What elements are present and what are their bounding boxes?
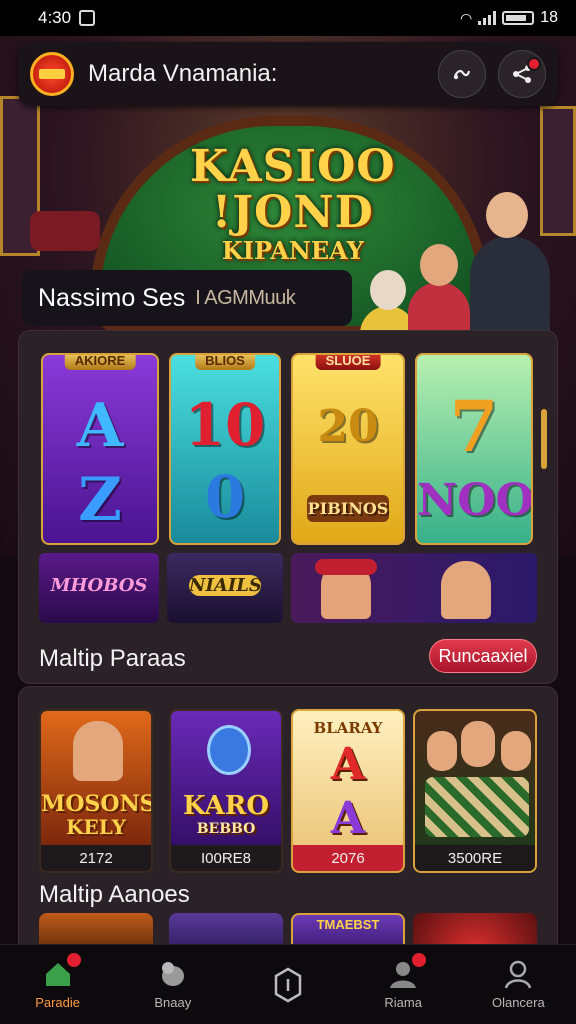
game-card-name-line2: KELY	[66, 815, 126, 839]
nav-item-riama[interactable]: Riama	[353, 953, 453, 1010]
games-panel: MOSONS KELY 2172 KARO BEBBO I00RE8 BLARA…	[18, 686, 558, 955]
section-subtitle: I AGMMuuk	[195, 286, 296, 309]
game-tile-bottom: Z	[78, 465, 122, 535]
link-icon	[453, 69, 471, 80]
game-tile-tag: SLUOE	[315, 355, 381, 370]
signal-icon	[478, 11, 497, 25]
promo-banner[interactable]: MHOBOS	[39, 553, 159, 623]
game-tile-bottom: PIBINOS	[307, 495, 389, 522]
game-card-caption: I00RE8	[171, 845, 281, 871]
game-card[interactable]: 3500RE	[413, 709, 537, 873]
game-tile[interactable]: BLIOS 10 0	[169, 353, 281, 545]
game-tile-top: 10	[184, 391, 266, 459]
user-icon	[388, 953, 427, 989]
section-header: Nassimo Ses I AGMMuuk	[22, 270, 352, 326]
game-tile-top: 20	[317, 401, 379, 452]
character-image	[461, 721, 495, 767]
game-tile-tag: AKIORE	[64, 355, 136, 370]
featured-games-panel: AKIORE A Z BLIOS 10 0 SLUOE 20 PIBINOS 7…	[18, 330, 558, 684]
nav-item-home[interactable]: Paradie	[8, 953, 108, 1010]
chair-image	[30, 211, 100, 251]
character-image	[73, 721, 123, 781]
game-tile-bottom: 0	[204, 463, 246, 531]
wing-emblem-icon	[207, 725, 251, 775]
game-card[interactable]: BLARAY A A 2076	[291, 709, 405, 873]
game-tile-top: 7	[449, 385, 499, 468]
section-title: Nassimo Ses	[38, 283, 186, 312]
nav-label: Olancera	[491, 995, 545, 1010]
game-tile-tag: BLIOS	[195, 355, 255, 370]
home-icon	[43, 953, 81, 989]
share-button[interactable]	[498, 50, 546, 98]
link-button[interactable]	[438, 50, 486, 98]
game-card-name: BLARAY	[313, 719, 383, 737]
share-notification-dot	[527, 57, 541, 71]
app-title: Marda Vnamania:	[88, 60, 278, 87]
nav-badge	[412, 953, 427, 967]
cap-icon	[315, 559, 377, 575]
game-card-symbol: A	[330, 793, 366, 844]
row-label: Maltip Paraas	[39, 645, 186, 672]
nav-label: Riama	[384, 995, 422, 1010]
status-bar: 4:30 ◠ 18	[0, 0, 576, 36]
battery-level: 18	[540, 9, 558, 26]
promo-banner[interactable]: NIAILS	[167, 553, 283, 623]
game-card-caption: 3500RE	[415, 845, 535, 871]
chicken-icon	[158, 959, 188, 989]
profile-icon	[503, 959, 533, 989]
hero-title-line3: KIPANEAY	[221, 236, 364, 265]
game-tile[interactable]: 7 NOO	[415, 353, 533, 545]
notification-icon	[79, 10, 96, 26]
nav-item-bnaay[interactable]: Bnaay	[123, 959, 223, 1010]
app-logo[interactable]	[30, 52, 74, 96]
game-card-name-line2: BEBBO	[196, 821, 256, 837]
status-time: 4:30	[38, 8, 72, 27]
promo-banner-label: NIAILS	[189, 575, 262, 596]
nav-label: Bnaay	[154, 995, 192, 1010]
game-tile[interactable]: AKIORE A Z	[41, 353, 159, 545]
promo-banner-label: MHOBOS	[50, 575, 148, 596]
character-image	[501, 731, 531, 771]
promo-banner[interactable]	[291, 553, 537, 623]
character-image	[441, 561, 491, 619]
cta-button[interactable]: Runcaaxiel	[429, 639, 537, 673]
game-card[interactable]: KARO BEBBO I00RE8	[169, 709, 283, 873]
wifi-icon: ◠	[459, 9, 473, 26]
game-tile[interactable]: SLUOE 20 PIBINOS	[291, 353, 405, 545]
game-tile-bottom: NOO	[417, 475, 533, 526]
nav-badge	[66, 953, 81, 967]
game-tile-top: A	[76, 391, 124, 461]
app-header: Marda Vnamania:	[18, 42, 558, 106]
game-card-name: KARO	[183, 791, 269, 821]
bottom-nav: Paradie Bnaay Riama Olancera	[0, 944, 576, 1024]
nav-label: Paradie	[35, 995, 80, 1010]
game-card-caption: 2172	[41, 845, 151, 871]
shield-icon	[273, 967, 303, 1002]
carousel-edge	[541, 409, 547, 469]
game-card[interactable]: MOSONS KELY 2172	[39, 709, 153, 873]
game-card-name: MOSONS	[41, 791, 153, 817]
game-card-name-line2: A	[330, 739, 366, 790]
character-image	[427, 731, 457, 771]
hero-title-line2: !JOND	[211, 187, 374, 238]
battery-icon	[502, 11, 535, 25]
row-label: Maltip Aanoes	[39, 881, 190, 908]
nav-item-center[interactable]	[238, 967, 338, 1003]
hero-title: KASIOO !JOND KIPANEAY	[190, 144, 396, 266]
hero-title-line1: KASIOO	[190, 141, 396, 192]
nav-item-profile[interactable]: Olancera	[468, 959, 568, 1010]
shirts-image	[425, 777, 529, 837]
game-card-caption: 2076	[293, 845, 403, 871]
